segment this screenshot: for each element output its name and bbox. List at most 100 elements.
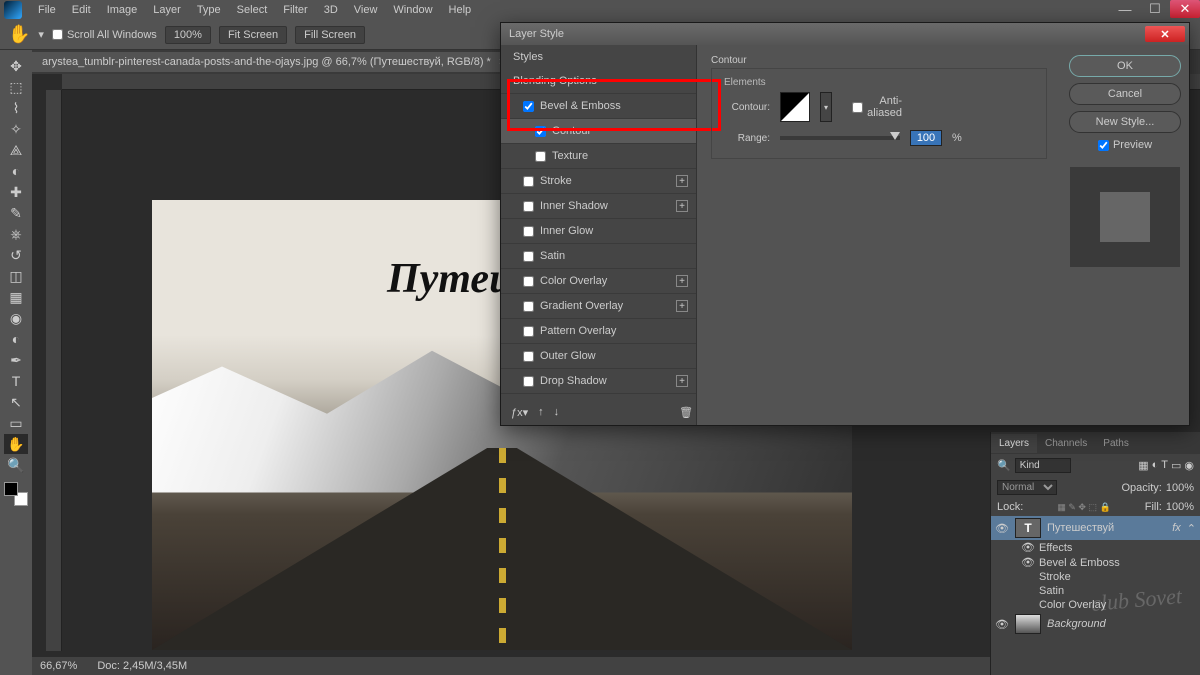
dropdown-arrow-icon[interactable]: ▾ bbox=[38, 28, 44, 41]
eyedropper-tool[interactable]: ◐ bbox=[4, 161, 28, 181]
style-item-stroke[interactable]: Stroke+ bbox=[501, 169, 696, 194]
menu-file[interactable]: File bbox=[30, 2, 64, 18]
menu-window[interactable]: Window bbox=[385, 2, 440, 18]
visibility-icon[interactable]: 👁 bbox=[1021, 541, 1035, 554]
opacity-value[interactable]: 100% bbox=[1166, 482, 1194, 494]
menu-help[interactable]: Help bbox=[441, 2, 480, 18]
kind-filter[interactable] bbox=[1015, 458, 1071, 473]
visibility-icon[interactable]: 👁 bbox=[995, 618, 1009, 631]
range-input[interactable] bbox=[910, 130, 942, 146]
style-checkbox[interactable] bbox=[523, 376, 534, 387]
style-item-bevel-emboss[interactable]: Bevel & Emboss bbox=[501, 94, 696, 119]
visibility-icon[interactable]: 👁 bbox=[995, 522, 1009, 535]
shape-tool[interactable]: ▭ bbox=[4, 413, 28, 433]
style-checkbox[interactable] bbox=[523, 301, 534, 312]
style-item-gradient-overlay[interactable]: Gradient Overlay+ bbox=[501, 294, 696, 319]
gradient-tool[interactable]: ▦ bbox=[4, 287, 28, 307]
lasso-tool[interactable]: ⌇ bbox=[4, 98, 28, 118]
maximize-button[interactable]: ☐ bbox=[1140, 0, 1170, 18]
zoom-tool[interactable]: 🔍 bbox=[4, 455, 28, 475]
style-item-drop-shadow[interactable]: Drop Shadow+ bbox=[501, 369, 696, 394]
hand-tool[interactable]: ✋ bbox=[4, 434, 28, 454]
layer-background[interactable]: 👁 Background bbox=[991, 612, 1200, 636]
stamp-tool[interactable]: ⎈ bbox=[4, 224, 28, 244]
style-checkbox[interactable] bbox=[523, 201, 534, 212]
fx-menu-icon[interactable]: ƒx▾ bbox=[511, 406, 528, 419]
trash-icon[interactable]: 🗑 bbox=[679, 406, 693, 419]
layer-text[interactable]: 👁 T Путешествуй fx ⌃ bbox=[991, 516, 1200, 540]
menu-filter[interactable]: Filter bbox=[275, 2, 315, 18]
styles-header[interactable]: Styles bbox=[501, 45, 696, 69]
ok-button[interactable]: OK bbox=[1069, 55, 1181, 77]
scroll-all-checkbox[interactable]: Scroll All Windows bbox=[52, 29, 157, 41]
dialog-titlebar[interactable]: Layer Style ✕ bbox=[501, 23, 1189, 45]
style-checkbox[interactable] bbox=[535, 151, 546, 162]
minimize-button[interactable]: — bbox=[1110, 0, 1140, 18]
brush-tool[interactable]: ✎ bbox=[4, 203, 28, 223]
style-item-inner-glow[interactable]: Inner Glow bbox=[501, 219, 696, 244]
tab-layers[interactable]: Layers bbox=[991, 434, 1037, 453]
move-tool[interactable]: ✥ bbox=[4, 56, 28, 76]
blending-options[interactable]: Blending Options bbox=[501, 69, 696, 94]
add-icon[interactable]: + bbox=[676, 275, 688, 287]
add-icon[interactable]: + bbox=[676, 200, 688, 212]
menu-3d[interactable]: 3D bbox=[316, 2, 346, 18]
heal-tool[interactable]: ✚ bbox=[4, 182, 28, 202]
antialiased-checkbox[interactable]: Anti-aliased bbox=[852, 95, 902, 119]
add-icon[interactable]: + bbox=[676, 375, 688, 387]
cancel-button[interactable]: Cancel bbox=[1069, 83, 1181, 105]
range-slider[interactable] bbox=[780, 136, 900, 140]
document-tab[interactable]: arystea_tumblr-pinterest-canada-posts-an… bbox=[32, 52, 515, 72]
style-checkbox[interactable] bbox=[535, 126, 546, 137]
up-icon[interactable]: ↑ bbox=[538, 406, 544, 419]
menu-view[interactable]: View bbox=[346, 2, 386, 18]
marquee-tool[interactable]: ⬚ bbox=[4, 77, 28, 97]
style-item-contour[interactable]: Contour bbox=[501, 119, 696, 144]
close-button[interactable]: ✕ bbox=[1170, 0, 1200, 18]
lock-icons[interactable]: ▦ ✎ ✥ ⬚ 🔒 bbox=[1057, 502, 1110, 513]
style-checkbox[interactable] bbox=[523, 101, 534, 112]
menu-layer[interactable]: Layer bbox=[145, 2, 189, 18]
menu-select[interactable]: Select bbox=[229, 2, 276, 18]
add-icon[interactable]: + bbox=[676, 175, 688, 187]
dialog-close-button[interactable]: ✕ bbox=[1145, 26, 1185, 42]
zoom-level[interactable]: 100% bbox=[165, 26, 211, 44]
fit-screen-button[interactable]: Fit Screen bbox=[219, 26, 287, 44]
filter-icons[interactable]: ▦◐T▭◉ bbox=[1138, 459, 1194, 472]
style-item-pattern-overlay[interactable]: Pattern Overlay bbox=[501, 319, 696, 344]
color-swatches[interactable] bbox=[4, 482, 28, 506]
type-tool[interactable]: T bbox=[4, 371, 28, 391]
new-style-button[interactable]: New Style... bbox=[1069, 111, 1181, 133]
style-checkbox[interactable] bbox=[523, 351, 534, 362]
menu-image[interactable]: Image bbox=[99, 2, 146, 18]
style-item-inner-shadow[interactable]: Inner Shadow+ bbox=[501, 194, 696, 219]
style-item-texture[interactable]: Texture bbox=[501, 144, 696, 169]
style-checkbox[interactable] bbox=[523, 326, 534, 337]
fx-badge[interactable]: fx bbox=[1172, 522, 1181, 534]
preview-checkbox[interactable]: Preview bbox=[1098, 139, 1152, 151]
visibility-icon[interactable]: 👁 bbox=[1021, 556, 1035, 569]
style-item-outer-glow[interactable]: Outer Glow bbox=[501, 344, 696, 369]
tab-channels[interactable]: Channels bbox=[1037, 434, 1095, 453]
style-checkbox[interactable] bbox=[523, 176, 534, 187]
style-checkbox[interactable] bbox=[523, 226, 534, 237]
menu-type[interactable]: Type bbox=[189, 2, 229, 18]
blur-tool[interactable]: ◉ bbox=[4, 308, 28, 328]
eraser-tool[interactable]: ◫ bbox=[4, 266, 28, 286]
contour-picker[interactable] bbox=[780, 92, 810, 122]
style-item-color-overlay[interactable]: Color Overlay+ bbox=[501, 269, 696, 294]
fill-screen-button[interactable]: Fill Screen bbox=[295, 26, 365, 44]
history-brush-tool[interactable]: ↺ bbox=[4, 245, 28, 265]
dodge-tool[interactable]: ◐ bbox=[4, 329, 28, 349]
style-item-satin[interactable]: Satin bbox=[501, 244, 696, 269]
layer-name[interactable]: Путешествуй bbox=[1047, 522, 1114, 534]
layer-name[interactable]: Background bbox=[1047, 618, 1106, 630]
collapse-icon[interactable]: ⌃ bbox=[1187, 522, 1196, 535]
contour-dropdown-icon[interactable]: ▾ bbox=[820, 92, 832, 122]
style-checkbox[interactable] bbox=[523, 251, 534, 262]
add-icon[interactable]: + bbox=[676, 300, 688, 312]
down-icon[interactable]: ↓ bbox=[554, 406, 560, 419]
blend-mode-select[interactable]: Normal bbox=[997, 480, 1057, 495]
menu-edit[interactable]: Edit bbox=[64, 2, 99, 18]
path-tool[interactable]: ↖ bbox=[4, 392, 28, 412]
